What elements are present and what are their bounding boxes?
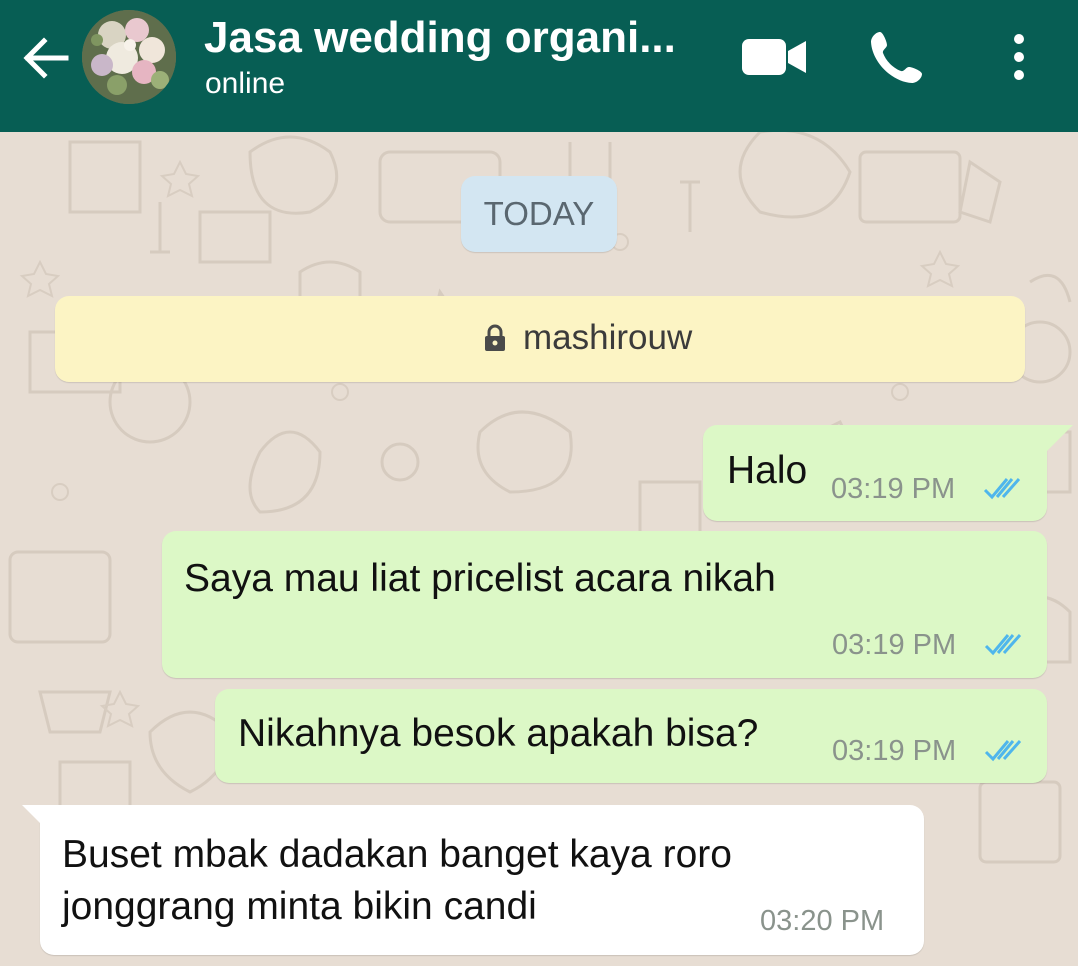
message-text: Nikahnya besok apakah bisa? (238, 712, 759, 755)
message-text: Halo (727, 449, 808, 492)
message-time: 03:19 PM (832, 735, 957, 767)
contact-name[interactable]: Jasa wedding organi... (204, 10, 684, 66)
system-note[interactable]: mashirouw (55, 296, 1025, 382)
avatar[interactable] (82, 10, 176, 104)
date-separator: TODAY (461, 176, 617, 252)
bubble-tail (1047, 425, 1073, 451)
message-text: Saya mau liat pricelist acara nikah (184, 557, 776, 600)
message-time: 03:20 PM (760, 905, 885, 937)
double-check-icon (983, 478, 1021, 500)
chat-screen: Jasa wedding organi... online TODAY mash… (0, 0, 1078, 966)
more-vertical-icon[interactable] (1004, 30, 1034, 84)
message-time: 03:19 PM (831, 473, 956, 505)
message-bubble-incoming[interactable]: Buset mbak dadakan banget kaya roro jong… (22, 805, 924, 955)
double-check-icon (984, 634, 1022, 656)
message-text-line: jonggrang minta bikin candi (62, 885, 537, 928)
message-bubble-outgoing[interactable]: Saya mau liat pricelist acara nikah 03:1… (162, 531, 1047, 678)
flower-bouquet-image (82, 10, 176, 104)
phone-icon[interactable] (868, 28, 926, 86)
system-note-text: mashirouw (523, 318, 693, 357)
arrow-left-icon[interactable] (18, 30, 74, 86)
message-text-line: Buset mbak dadakan banget kaya roro (62, 833, 732, 876)
message-bubble-outgoing[interactable]: Halo 03:19 PM (703, 425, 1073, 521)
video-camera-icon[interactable] (742, 36, 808, 78)
lock-icon (485, 324, 505, 351)
message-time: 03:19 PM (832, 629, 957, 661)
message-bubble-outgoing[interactable]: Nikahnya besok apakah bisa? 03:19 PM (215, 689, 1047, 783)
double-check-icon (984, 740, 1022, 762)
bubble-tail (22, 805, 48, 831)
contact-status: online (205, 67, 286, 100)
chat-header: Jasa wedding organi... online (0, 0, 1078, 132)
